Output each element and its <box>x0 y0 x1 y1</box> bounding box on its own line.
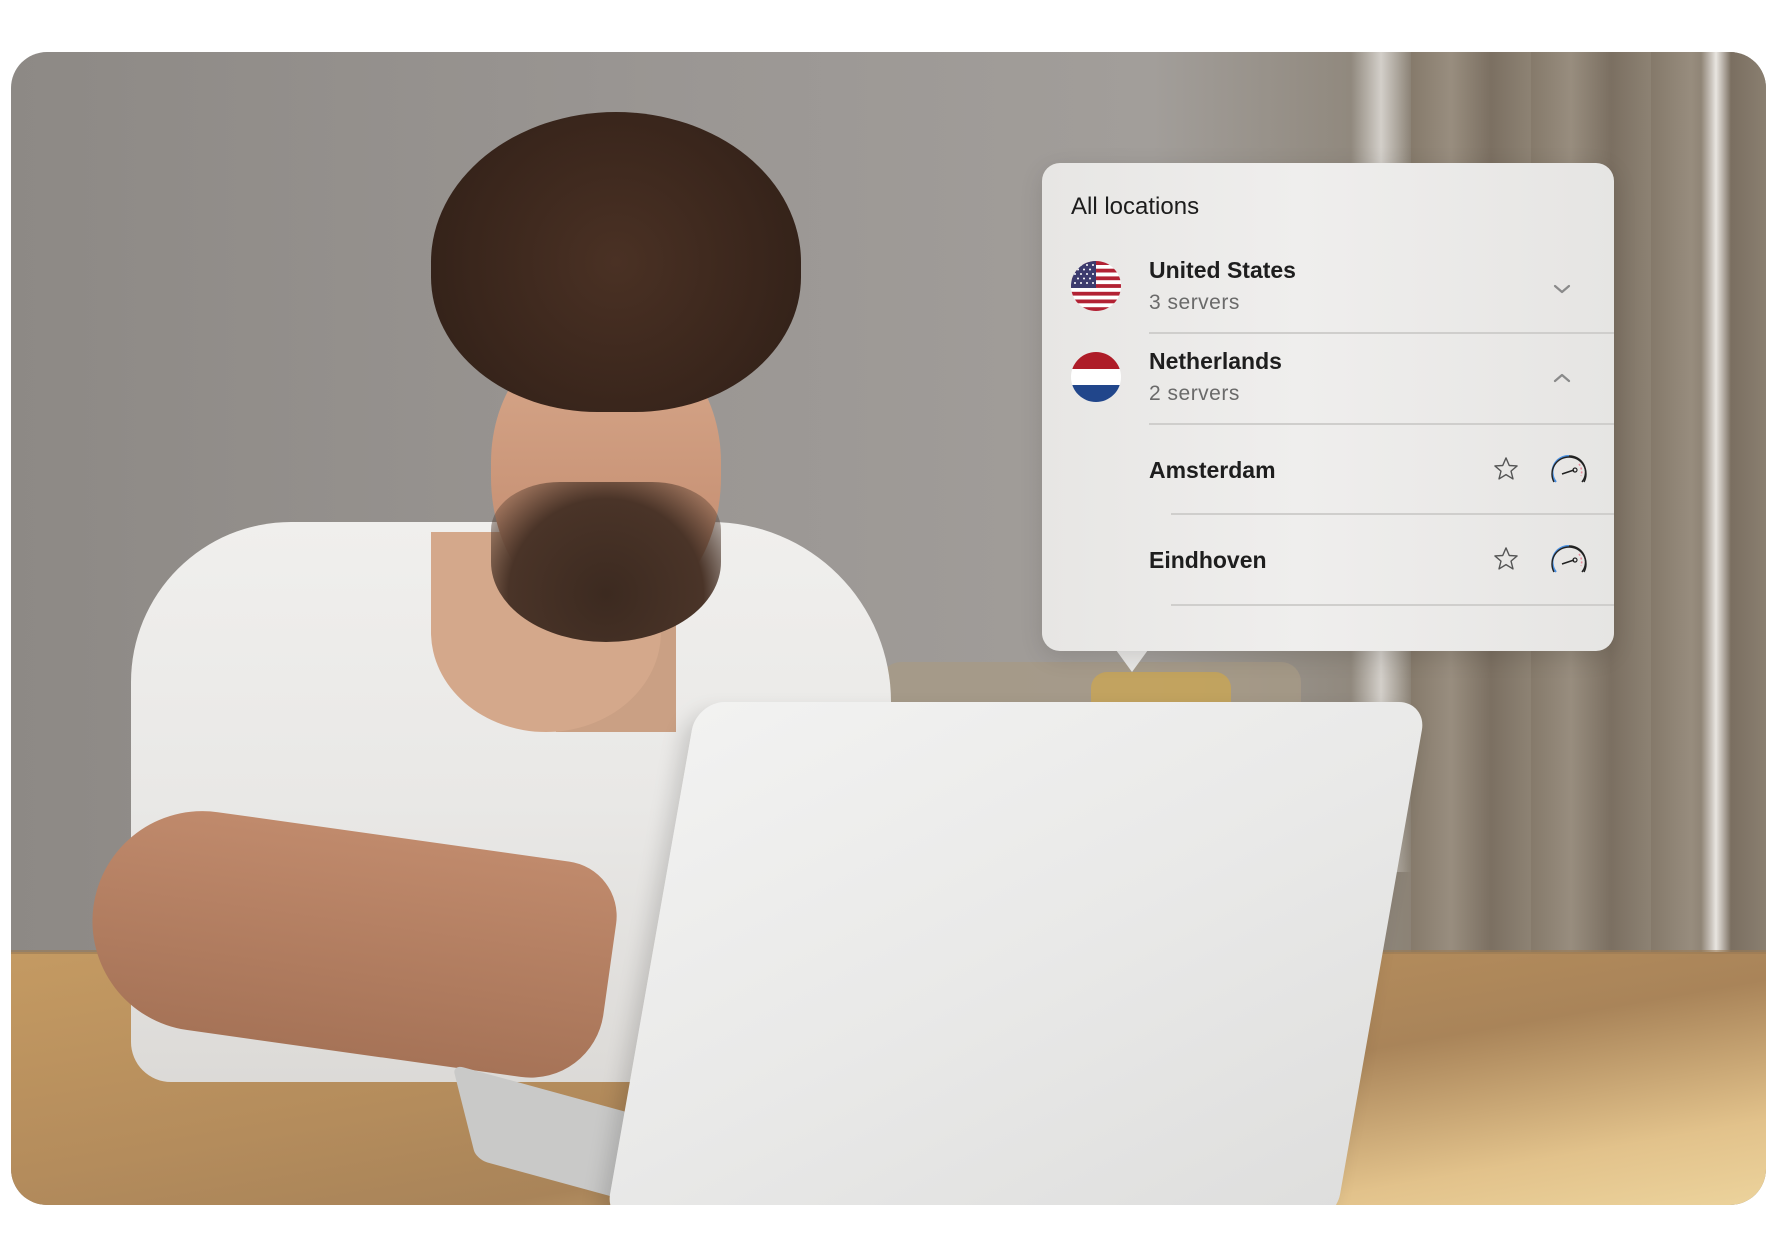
laptop <box>605 702 1427 1205</box>
country-row-united-states[interactable]: United States 3 servers <box>1042 243 1614 333</box>
popup-title: All locations <box>1071 193 1200 220</box>
speed-gauge-icon[interactable] <box>1550 452 1588 486</box>
country-name: Netherlands <box>1149 348 1282 374</box>
person-hair <box>431 112 801 412</box>
nl-flag-icon <box>1071 352 1121 402</box>
city-name: Amsterdam <box>1149 457 1276 483</box>
star-icon[interactable] <box>1492 545 1520 573</box>
chevron-down-icon[interactable] <box>1550 277 1574 301</box>
popup-tail <box>1116 650 1148 672</box>
city-row-amsterdam[interactable]: Amsterdam <box>1042 425 1614 515</box>
curtain-highlight <box>1701 52 1731 952</box>
country-name: United States <box>1149 257 1296 283</box>
locations-popup: All locations United States 3 servers Ne… <box>1042 163 1614 651</box>
city-name: Eindhoven <box>1149 547 1267 573</box>
server-count: 2 servers <box>1149 382 1240 405</box>
divider <box>1171 604 1614 606</box>
city-row-eindhoven[interactable]: Eindhoven <box>1042 515 1614 605</box>
star-icon[interactable] <box>1492 455 1520 483</box>
country-row-netherlands[interactable]: Netherlands 2 servers <box>1042 334 1614 424</box>
person-beard <box>491 482 721 642</box>
chevron-up-icon[interactable] <box>1550 366 1574 390</box>
server-count: 3 servers <box>1149 291 1240 314</box>
us-flag-icon <box>1071 261 1121 311</box>
speed-gauge-icon[interactable] <box>1550 542 1588 576</box>
